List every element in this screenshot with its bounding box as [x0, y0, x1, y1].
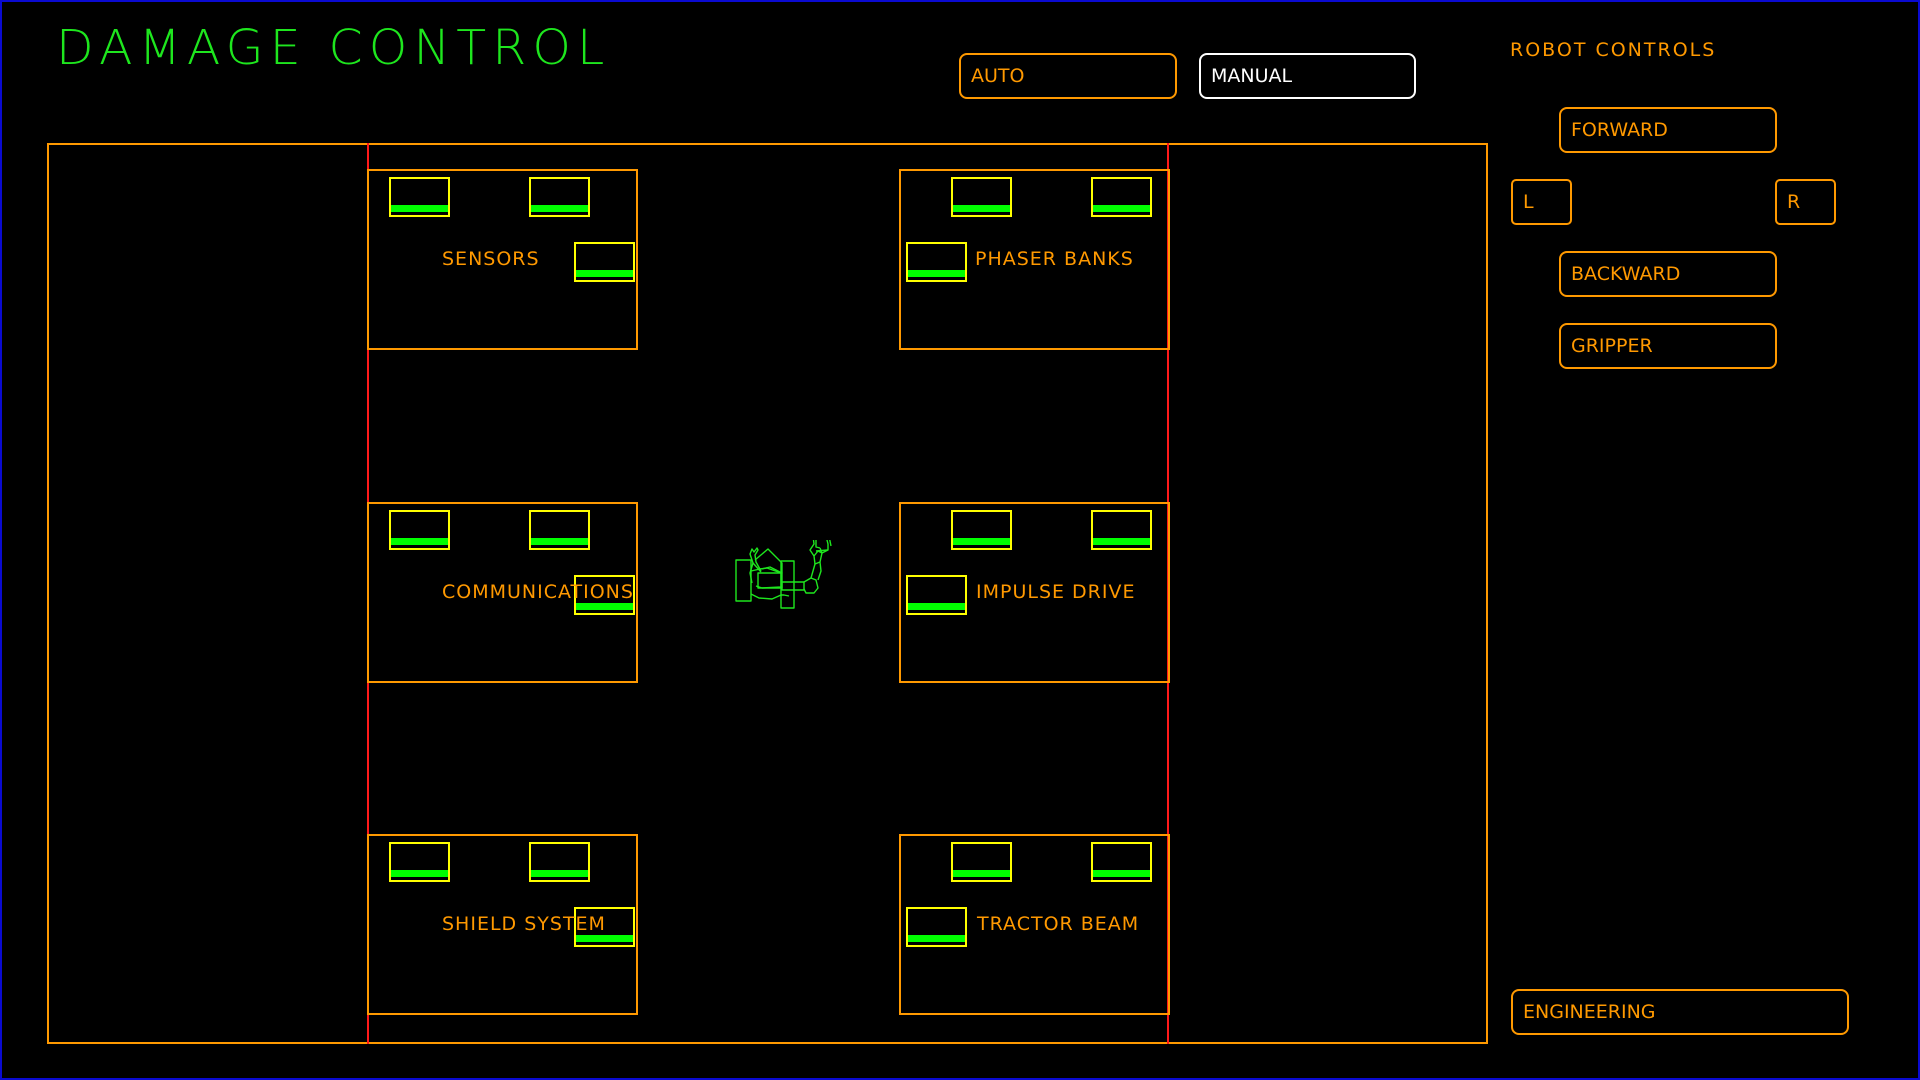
turn-right-label: R	[1787, 191, 1801, 213]
room-name: IMPULSE DRIVE	[976, 581, 1136, 603]
room-name: PHASER BANKS	[975, 248, 1134, 270]
system-gauge	[951, 842, 1012, 882]
gauge-fill	[908, 603, 965, 610]
gripper-label: GRIPPER	[1571, 335, 1653, 357]
room-name: TRACTOR BEAM	[977, 913, 1140, 935]
robot-arm-wireframe-icon[interactable]	[734, 540, 838, 616]
room-sensors[interactable]: SENSORS	[367, 169, 638, 350]
gauge-fill	[531, 870, 588, 877]
gauge-fill	[1093, 205, 1150, 212]
forward-label: FORWARD	[1571, 119, 1668, 141]
gauge-fill	[576, 603, 633, 610]
gripper-button[interactable]: GRIPPER	[1559, 323, 1777, 369]
turn-left-button[interactable]: L	[1511, 179, 1572, 225]
system-gauge	[389, 510, 450, 550]
system-gauge	[1091, 842, 1152, 882]
page-title: DAMAGE CONTROL	[56, 20, 611, 76]
auto-mode-label: AUTO	[971, 65, 1025, 87]
gauge-fill	[908, 935, 965, 942]
system-gauge	[389, 177, 450, 217]
system-gauge	[529, 177, 590, 217]
gauge-fill	[531, 538, 588, 545]
backward-button[interactable]: BACKWARD	[1559, 251, 1777, 297]
room-shield-system[interactable]: SHIELD SYSTEM	[367, 834, 638, 1015]
engineering-label: ENGINEERING	[1523, 1001, 1656, 1023]
system-gauge	[906, 575, 967, 615]
system-gauge	[389, 842, 450, 882]
gauge-fill	[953, 538, 1010, 545]
backward-label: BACKWARD	[1571, 263, 1681, 285]
room-name: SENSORS	[442, 248, 540, 270]
forward-button[interactable]: FORWARD	[1559, 107, 1777, 153]
room-name: COMMUNICATIONS	[442, 581, 634, 603]
system-gauge	[1091, 177, 1152, 217]
manual-mode-label: MANUAL	[1211, 65, 1293, 87]
system-gauge	[951, 177, 1012, 217]
gauge-fill	[391, 538, 448, 545]
system-gauge	[574, 242, 635, 282]
gauge-fill	[576, 935, 633, 942]
system-gauge	[529, 510, 590, 550]
gauge-fill	[1093, 538, 1150, 545]
gauge-fill	[391, 205, 448, 212]
gauge-fill	[576, 270, 633, 277]
room-communications[interactable]: COMMUNICATIONS	[367, 502, 638, 683]
turn-right-button[interactable]: R	[1775, 179, 1836, 225]
gauge-fill	[531, 205, 588, 212]
room-name: SHIELD SYSTEM	[442, 913, 606, 935]
manual-mode-button[interactable]: MANUAL	[1199, 53, 1416, 99]
robot-controls-heading: ROBOT CONTROLS	[1510, 39, 1717, 61]
gauge-fill	[1093, 870, 1150, 877]
engineering-button[interactable]: ENGINEERING	[1511, 989, 1849, 1035]
gauge-fill	[953, 205, 1010, 212]
turn-left-label: L	[1523, 191, 1534, 213]
system-gauge	[1091, 510, 1152, 550]
gauge-fill	[391, 870, 448, 877]
system-gauge	[906, 242, 967, 282]
system-gauge	[951, 510, 1012, 550]
room-phaser-banks[interactable]: PHASER BANKS	[899, 169, 1170, 350]
system-gauge	[906, 907, 967, 947]
gauge-fill	[953, 870, 1010, 877]
auto-mode-button[interactable]: AUTO	[959, 53, 1177, 99]
room-impulse-drive[interactable]: IMPULSE DRIVE	[899, 502, 1170, 683]
system-gauge	[529, 842, 590, 882]
gauge-fill	[908, 270, 965, 277]
room-tractor-beam[interactable]: TRACTOR BEAM	[899, 834, 1170, 1015]
